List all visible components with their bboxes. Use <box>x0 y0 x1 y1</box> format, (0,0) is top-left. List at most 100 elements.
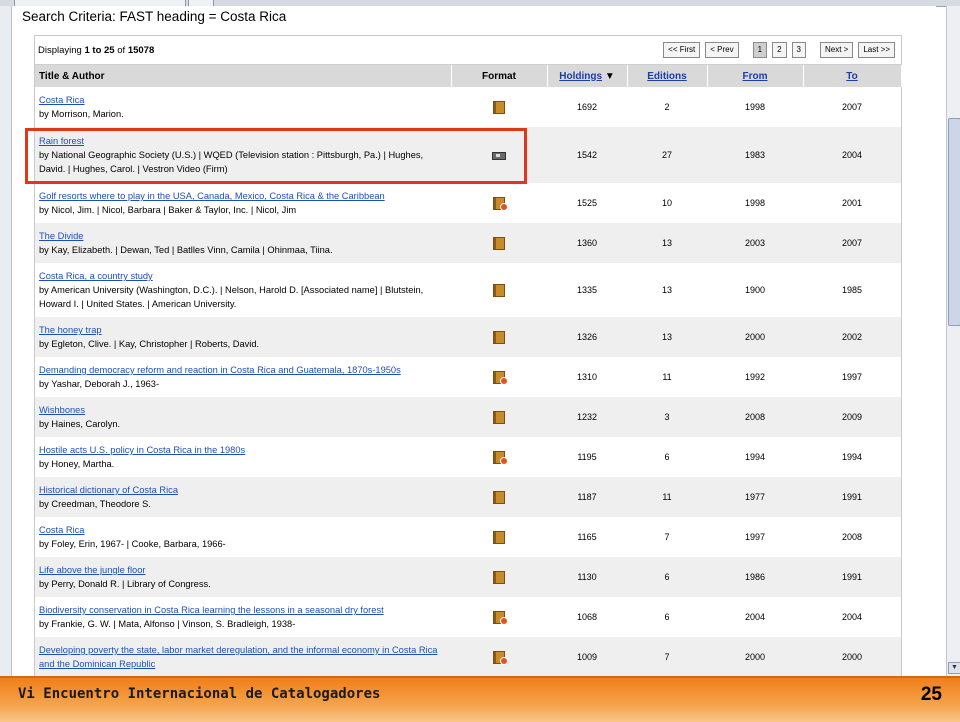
holdings-cell: 1068 <box>547 597 627 637</box>
column-header-to[interactable]: To <box>803 65 902 87</box>
author-text: by Perry, Donald R. | Library of Congres… <box>39 579 211 589</box>
column-header-title-author: Title & Author <box>35 65 452 87</box>
sort-by-editions-link[interactable]: Editions <box>647 71 686 82</box>
editions-cell: 7 <box>627 517 707 557</box>
from-cell: 1900 <box>707 263 803 317</box>
from-cell: 1986 <box>707 557 803 597</box>
holdings-cell: 1692 <box>547 87 627 127</box>
to-cell: 1991 <box>803 557 901 597</box>
author-text: by Kay, Elizabeth. | Dewan, Ted | Batlle… <box>39 245 333 255</box>
page-content: Search Criteria: FAST heading = Costa Ri… <box>12 6 936 676</box>
book-format-icon[interactable] <box>493 330 505 344</box>
title-link[interactable]: Costa Rica <box>39 95 84 105</box>
title-link[interactable]: The honey trap <box>39 325 102 335</box>
ebook-format-icon[interactable] <box>493 610 508 625</box>
from-cell: 1997 <box>707 517 803 557</box>
format-cell <box>451 397 547 437</box>
scrollbar-thumb[interactable] <box>948 118 960 326</box>
title-link[interactable]: Demanding democracy reform and reaction … <box>39 365 401 375</box>
sort-descending-icon: ▼ <box>604 70 615 82</box>
title-link[interactable]: Hostile acts U.S. policy in Costa Rica i… <box>39 445 245 455</box>
title-link[interactable]: Developing poverty the state, labor mark… <box>39 645 437 669</box>
ebook-format-icon[interactable] <box>493 370 508 385</box>
title-link[interactable]: Golf resorts where to play in the USA, C… <box>39 191 385 201</box>
author-text: by American University (Washington, D.C.… <box>39 285 424 309</box>
title-link[interactable]: Biodiversity conservation in Costa Rica … <box>39 605 384 615</box>
title-link[interactable]: The Divide <box>39 231 83 241</box>
from-cell: 1998 <box>707 87 803 127</box>
browser-window: Search Criteria: FAST heading = Costa Ri… <box>0 0 960 676</box>
editions-cell: 13 <box>627 263 707 317</box>
holdings-cell: 1310 <box>547 357 627 397</box>
sort-by-holdings-link[interactable]: Holdings <box>559 71 602 82</box>
editions-cell: 3 <box>627 397 707 437</box>
page-button-1[interactable]: 1 <box>752 42 768 58</box>
book-format-icon[interactable] <box>493 100 505 114</box>
to-cell: 2007 <box>803 223 901 263</box>
title-author-cell: Developing poverty the state, labor mark… <box>35 637 451 676</box>
page-button-3[interactable]: 3 <box>791 42 806 58</box>
results-display-bar: Displaying 1 to 25 of 15078 << First < P… <box>35 36 901 65</box>
editions-cell: 6 <box>627 557 707 597</box>
to-cell: 2002 <box>803 317 901 357</box>
results-count: Displaying 1 to 25 of 15078 <box>38 45 155 56</box>
format-cell <box>451 183 547 223</box>
book-format-icon[interactable] <box>493 570 505 584</box>
sort-by-to-link[interactable]: To <box>846 71 857 82</box>
from-cell: 2000 <box>707 317 803 357</box>
to-cell: 2004 <box>803 127 901 183</box>
holdings-cell: 1165 <box>547 517 627 557</box>
next-page-button[interactable]: Next > <box>819 42 854 58</box>
ebook-format-icon[interactable] <box>493 450 508 465</box>
title-link[interactable]: Wishbones <box>39 405 85 415</box>
vertical-scrollbar[interactable]: ▼ <box>946 6 960 676</box>
column-header-from[interactable]: From <box>707 65 804 87</box>
book-format-icon[interactable] <box>493 410 505 424</box>
column-header-editions[interactable]: Editions <box>627 65 708 87</box>
search-criteria-heading: Search Criteria: FAST heading = Costa Ri… <box>22 9 287 24</box>
footer-title: Vi Encuentro Internacional de Catalogado… <box>18 686 381 702</box>
table-row: The Divide by Kay, Elizabeth. | Dewan, Te… <box>35 223 901 263</box>
table-row: Life above the jungle floor by Perry, Don… <box>35 557 901 597</box>
title-link[interactable]: Historical dictionary of Costa Rica <box>39 485 178 495</box>
from-cell: 2000 <box>707 637 803 676</box>
format-cell <box>451 517 547 557</box>
table-row: Costa Rica, a country study by American U… <box>35 263 901 317</box>
format-cell <box>451 477 547 517</box>
last-page-button[interactable]: Last >> <box>858 42 895 58</box>
from-cell: 1992 <box>707 357 803 397</box>
author-text: by Honey, Martha. <box>39 459 115 469</box>
first-page-button[interactable]: << First <box>663 42 701 58</box>
to-cell: 2007 <box>803 87 901 127</box>
format-cell <box>451 597 547 637</box>
title-link[interactable]: Life above the jungle floor <box>39 565 145 575</box>
title-link[interactable]: Costa Rica <box>39 525 84 535</box>
column-header-holdings[interactable]: Holdings ▼ <box>547 65 628 87</box>
page-button-2[interactable]: 2 <box>772 42 787 58</box>
editions-cell: 13 <box>627 317 707 357</box>
holdings-cell: 1326 <box>547 317 627 357</box>
title-link[interactable]: Costa Rica, a country study <box>39 271 153 281</box>
editions-cell: 2 <box>627 87 707 127</box>
ebook-format-icon[interactable] <box>493 196 508 211</box>
to-cell: 2009 <box>803 397 901 437</box>
sort-by-from-link[interactable]: From <box>743 71 768 82</box>
holdings-cell: 1542 <box>547 127 627 183</box>
to-cell: 2008 <box>803 517 901 557</box>
author-text: by Haines, Carolyn. <box>39 419 121 429</box>
holdings-cell: 1130 <box>547 557 627 597</box>
book-format-icon[interactable] <box>493 530 505 544</box>
to-cell: 1991 <box>803 477 901 517</box>
holdings-cell: 1335 <box>547 263 627 317</box>
editions-cell: 10 <box>627 183 707 223</box>
holdings-cell: 1009 <box>547 637 627 676</box>
title-author-cell: Hostile acts U.S. policy in Costa Rica i… <box>35 437 451 477</box>
ebook-format-icon[interactable] <box>493 650 508 665</box>
book-format-icon[interactable] <box>493 236 505 250</box>
book-format-icon[interactable] <box>493 283 505 297</box>
scroll-down-arrow-icon[interactable]: ▼ <box>948 662 960 674</box>
book-format-icon[interactable] <box>493 490 505 504</box>
prev-page-button[interactable]: < Prev <box>705 42 739 58</box>
author-text: by Nicol, Jim. | Nicol, Barbara | Baker … <box>39 205 297 215</box>
table-row: Costa Rica by Foley, Erin, 1967- | Cooke,… <box>35 517 901 557</box>
